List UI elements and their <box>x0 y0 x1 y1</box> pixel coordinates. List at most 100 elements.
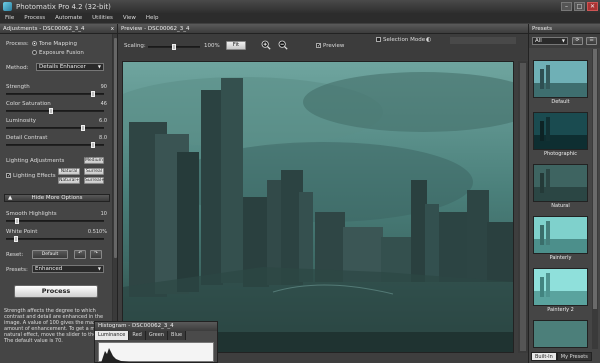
preset-partial[interactable] <box>533 320 588 348</box>
zoom-out-icon[interactable] <box>278 40 288 50</box>
method-select[interactable]: Details Enhancer ▼ <box>36 63 104 71</box>
menu-view[interactable]: View <box>123 15 136 21</box>
undo-icon[interactable]: ↶ <box>74 250 86 259</box>
preset-natural[interactable]: Natural <box>533 164 588 209</box>
detail-contrast-value: 8.0 <box>99 135 107 141</box>
adjustments-title: Adjustments - DSC00062_3_4 <box>3 26 85 32</box>
slider-thumb[interactable] <box>172 44 176 50</box>
adjustments-scrollbar[interactable] <box>112 34 117 363</box>
preset-photographic[interactable]: Photographic <box>533 112 588 157</box>
menu-file[interactable]: File <box>5 15 14 21</box>
preset-thumbnail <box>533 164 588 202</box>
preset-thumbnail <box>533 320 588 348</box>
redo-icon[interactable]: ↷ <box>90 250 102 259</box>
menu-automate[interactable]: Automate <box>55 15 82 21</box>
adjustments-close-icon[interactable]: x <box>111 24 114 34</box>
menu-process[interactable]: Process <box>24 15 45 21</box>
tab-blue[interactable]: Blue <box>168 331 187 340</box>
lighting-effects-checkbox[interactable]: Lighting Effects <box>6 173 56 179</box>
presets-panel: Presets All ▼ ⟳ ☰ Default Photographic N… <box>528 24 600 363</box>
preview-header: Preview - DSC00062_3_4 <box>118 24 528 34</box>
title-bar: Photomatix Pro 4.2 (32-bit) – □ ✕ <box>0 0 600 13</box>
color-saturation-label: Color Saturation <box>6 101 51 107</box>
slider-thumb[interactable] <box>81 125 85 131</box>
refresh-icon[interactable]: ⟳ <box>572 37 583 45</box>
process-button[interactable]: Process <box>14 285 98 298</box>
slider-thumb[interactable] <box>49 108 53 114</box>
lighting-natural-plus-button[interactable]: Natural+ <box>58 177 80 184</box>
scrollbar-thumb[interactable] <box>593 49 597 309</box>
preset-painterly-2[interactable]: Painterly 2 <box>533 268 588 313</box>
presets-value: Enhanced <box>35 266 63 272</box>
color-saturation-value: 46 <box>100 101 107 107</box>
slider-thumb[interactable] <box>91 142 95 148</box>
tab-my-presets[interactable]: My Presets <box>556 352 592 361</box>
lighting-surreal-button[interactable]: Surreal <box>84 168 104 175</box>
scrollbar-thumb[interactable] <box>114 38 117 258</box>
photomatix-window: Photomatix Pro 4.2 (32-bit) – □ ✕ File P… <box>0 0 600 363</box>
color-saturation-slider[interactable] <box>6 108 104 114</box>
preset-default[interactable]: Default <box>533 60 588 105</box>
preview-toolbar: Scaling: 100% Fit Preview Selection Mode <box>118 34 528 60</box>
presets-header: Presets <box>529 24 600 34</box>
tab-green[interactable]: Green <box>145 331 169 340</box>
histogram-window: Histogram - DSC00062_3_4 Luminance Red G… <box>94 321 218 363</box>
exposure-fusion-label: Exposure Fusion <box>39 50 84 56</box>
preset-label: Painterly <box>549 255 572 261</box>
lighting-natural-button[interactable]: Natural <box>58 168 80 175</box>
smooth-highlights-slider[interactable] <box>6 218 104 224</box>
radio-tone-mapping[interactable]: Tone Mapping <box>32 41 77 47</box>
zoom-in-icon[interactable] <box>261 40 271 50</box>
tab-built-in[interactable]: Built-In <box>531 352 557 361</box>
menu-help[interactable]: Help <box>146 15 159 21</box>
hide-more-options-button[interactable]: ▲ Hide More Options <box>4 194 110 202</box>
luminosity-label: Luminosity <box>6 118 36 124</box>
preview-checkbox[interactable]: Preview <box>316 43 344 49</box>
radio-off-icon <box>32 50 37 55</box>
reset-default-button[interactable]: Default <box>32 250 68 259</box>
selection-mode-checkbox[interactable]: Selection Mode <box>376 37 425 43</box>
list-view-icon[interactable]: ☰ <box>586 37 597 45</box>
menu-utilities[interactable]: Utilities <box>92 15 113 21</box>
slider-thumb[interactable] <box>91 91 95 97</box>
tone-mapping-label: Tone Mapping <box>39 41 78 47</box>
slider-thumb[interactable] <box>15 218 19 224</box>
presets-scrollbar[interactable] <box>592 49 598 349</box>
preview-title: Preview - DSC00062_3_4 <box>121 26 190 32</box>
checkbox-unchecked-icon <box>376 37 381 42</box>
presets-toolbar: All ▼ ⟳ ☰ <box>529 34 600 48</box>
preview-scrollbar[interactable] <box>518 61 528 353</box>
chevron-down-icon: ▼ <box>97 64 101 69</box>
help-circle-icon[interactable]: ◐ <box>426 36 431 43</box>
slider-thumb[interactable] <box>14 236 18 242</box>
presets-filter-select[interactable]: All ▼ <box>532 37 568 45</box>
tab-luminance[interactable]: Luminance <box>95 331 130 340</box>
scaling-value: 100% <box>204 43 220 49</box>
scaling-slider[interactable] <box>148 44 200 50</box>
detail-contrast-slider[interactable] <box>6 142 104 148</box>
smooth-highlights-label: Smooth Highlights <box>6 211 57 217</box>
luminosity-slider[interactable] <box>6 125 104 131</box>
radio-exposure-fusion[interactable]: Exposure Fusion <box>32 50 84 56</box>
fit-button[interactable]: Fit <box>226 41 246 50</box>
histogram-graph <box>98 342 215 363</box>
histogram-title: Histogram - DSC00062_3_4 <box>98 323 174 329</box>
preset-painterly[interactable]: Painterly <box>533 216 588 261</box>
preview-image[interactable] <box>122 61 514 353</box>
presets-select[interactable]: Enhanced ▼ <box>32 265 104 273</box>
minimize-button[interactable]: – <box>561 2 572 11</box>
scrollbar-thumb[interactable] <box>520 63 526 351</box>
tab-red[interactable]: Red <box>129 331 146 340</box>
preview-panel: Preview - DSC00062_3_4 Scaling: 100% Fit… <box>118 24 528 363</box>
close-button[interactable]: ✕ <box>587 2 598 11</box>
adjustments-header: Adjustments - DSC00062_3_4 x <box>0 24 117 34</box>
lighting-medium-button[interactable]: Medium <box>84 157 104 164</box>
window-title: Photomatix Pro 4.2 (32-bit) <box>16 2 111 11</box>
maximize-button[interactable]: □ <box>574 2 585 11</box>
white-point-slider[interactable] <box>6 236 104 242</box>
luminosity-value: 6.0 <box>99 118 107 124</box>
collapse-icon: ▲ <box>8 195 13 201</box>
lighting-surreal-plus-button[interactable]: Surreal+ <box>84 177 105 184</box>
strength-slider[interactable] <box>6 91 104 97</box>
preset-thumbnail <box>533 216 588 254</box>
